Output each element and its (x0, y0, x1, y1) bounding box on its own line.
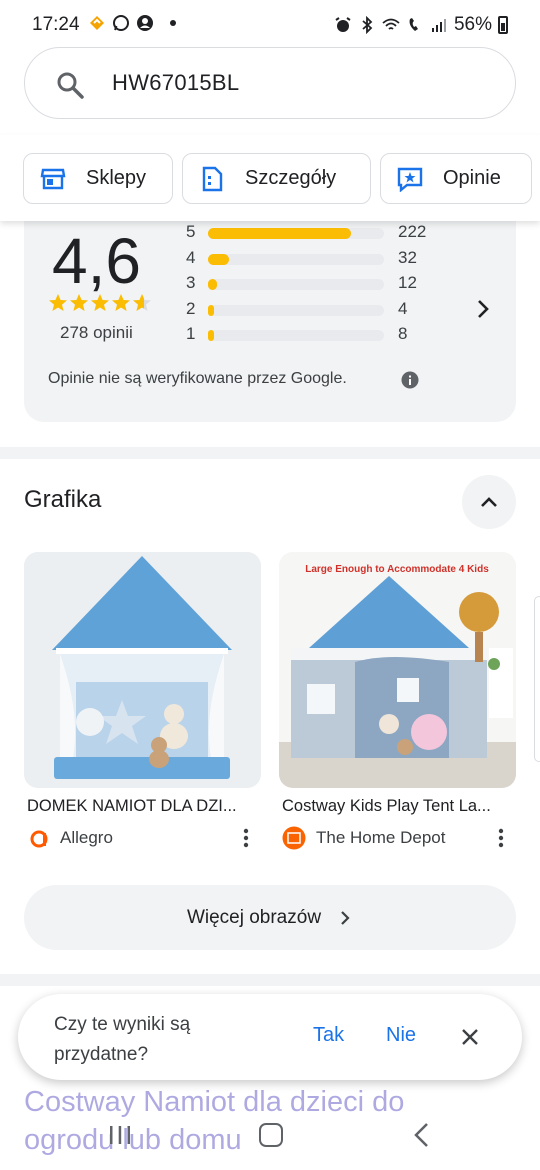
image-source[interactable]: Allegro (28, 826, 113, 850)
ratings-card[interactable]: 4,6 278 opinii 5 222 4 32 3 12 24 18 Opinie… (24, 210, 516, 422)
allegro-icon (30, 830, 48, 848)
section-divider (0, 974, 540, 986)
rating-bar (208, 253, 384, 265)
chip-details[interactable]: Szczegóły (182, 153, 371, 204)
status-bar: 17:24 56% (0, 0, 540, 50)
source-name: The Home Depot (316, 828, 446, 847)
rating-stars-label: 4 (186, 247, 196, 267)
whatsapp-icon (113, 15, 129, 31)
collapse-button[interactable] (462, 475, 516, 529)
half-star-icon (133, 294, 151, 311)
signal-icon (431, 19, 446, 32)
more-notifications-dot (170, 20, 176, 26)
star-icon (91, 294, 109, 311)
status-time: 17:24 (32, 14, 80, 35)
next-image-peek[interactable] (534, 596, 540, 762)
rating-bar (208, 304, 384, 316)
chevron-right-icon[interactable] (472, 298, 494, 320)
reviews-icon (397, 167, 423, 192)
rating-row: 18 (186, 324, 446, 350)
rating-stars-label: 2 (186, 298, 196, 318)
notification-app-icon (90, 16, 104, 30)
alarm-icon (335, 17, 351, 32)
more-images-button[interactable]: Więcej obrazów (24, 885, 516, 950)
rating-count: 8 (398, 324, 408, 343)
rating-stars-label: 1 (186, 324, 196, 343)
search-bar[interactable]: HW67015BL (24, 47, 516, 119)
search-query[interactable]: HW67015BL (112, 70, 239, 96)
star-icon (49, 294, 67, 311)
rating-count: 4 (398, 298, 408, 318)
chevron-right-icon (341, 910, 350, 925)
star-icon (112, 294, 130, 311)
tent-image: Large Enough to Accommodate 4 Kids (279, 552, 516, 788)
rating-row: 5 222 (186, 222, 446, 248)
wifi-call-icon (409, 18, 418, 31)
feedback-yes-button[interactable]: Tak (313, 1024, 344, 1047)
search-icon[interactable] (55, 70, 85, 100)
source-name: Allegro (60, 828, 113, 847)
info-icon[interactable] (401, 371, 419, 389)
chip-label: Szczegóły (245, 167, 337, 189)
wifi-icon (382, 18, 400, 30)
rating-bar-fill (208, 228, 351, 239)
rating-row: 24 (186, 299, 446, 325)
feedback-question: Czy te wyniki są przydatne? (54, 1014, 191, 1065)
chip-reviews[interactable]: Opinie (380, 153, 532, 204)
battery-percent: 56% (453, 14, 492, 35)
home-depot-icon (282, 826, 306, 850)
rating-bar (208, 279, 384, 290)
image-banner-text: Large Enough to Accommodate 4 Kids (305, 564, 489, 575)
rating-row: 3 12 (186, 273, 446, 299)
rating-stars-label: 3 (186, 273, 196, 292)
rating-bar-fill (208, 253, 229, 265)
navigation-bar (0, 1110, 540, 1170)
knowledge-chips-bar: Sklepy Szczegóły Opinie (0, 135, 540, 221)
section-divider (0, 447, 540, 459)
tent-image (24, 552, 261, 788)
rating-row: 4 32 (186, 248, 446, 274)
rating-stars-label: 5 (186, 222, 196, 241)
chip-stores[interactable]: Sklepy (23, 153, 173, 204)
recent-apps-icon[interactable] (108, 1124, 132, 1146)
more-images-label: Więcej obrazów (186, 906, 322, 928)
rating-count: 12 (398, 273, 417, 292)
more-options-icon[interactable] (498, 828, 504, 848)
image-title[interactable]: DOMEK NAMIOT DLA DZI... (27, 797, 263, 816)
battery-icon (498, 16, 508, 34)
image-result-2[interactable]: Large Enough to Accommodate 4 Kids (279, 552, 516, 788)
store-icon (40, 168, 66, 189)
star-icon (70, 294, 88, 311)
rating-bar-fill (208, 304, 214, 316)
image-result-1[interactable] (24, 552, 261, 788)
notification-icons (88, 14, 176, 32)
rating-bar-fill (208, 330, 214, 341)
image-source[interactable]: The Home Depot (282, 826, 445, 850)
rating-bar (208, 228, 384, 239)
feedback-prompt: Czy te wyniki są przydatne? Tak Nie (18, 994, 522, 1080)
reviews-disclaimer: Opinie nie są weryfikowane przez Google. (48, 370, 347, 387)
details-icon (202, 166, 223, 191)
chevron-up-icon (481, 497, 497, 507)
rating-breakdown: 5 222 4 32 3 12 24 18 (186, 222, 446, 350)
rating-count: 222 (398, 222, 427, 241)
feedback-no-button[interactable]: Nie (386, 1024, 416, 1047)
close-icon[interactable] (460, 1027, 480, 1047)
rating-bar-fill (208, 279, 217, 290)
back-icon[interactable] (412, 1122, 432, 1148)
image-title[interactable]: Costway Kids Play Tent La... (282, 797, 518, 816)
rating-bar (208, 330, 384, 341)
review-count: 278 opinii (60, 323, 133, 342)
rating-stars (48, 293, 152, 313)
images-section-title: Grafika (24, 486, 102, 513)
chip-label: Opinie (443, 167, 501, 189)
home-icon[interactable] (259, 1123, 283, 1147)
chip-label: Sklepy (86, 167, 147, 189)
more-options-icon[interactable] (243, 828, 249, 848)
bluetooth-icon (362, 16, 373, 34)
system-icons: 56% (334, 14, 508, 36)
rating-count: 32 (398, 247, 417, 267)
account-icon (137, 15, 153, 31)
average-rating: 4,6 (52, 225, 141, 297)
